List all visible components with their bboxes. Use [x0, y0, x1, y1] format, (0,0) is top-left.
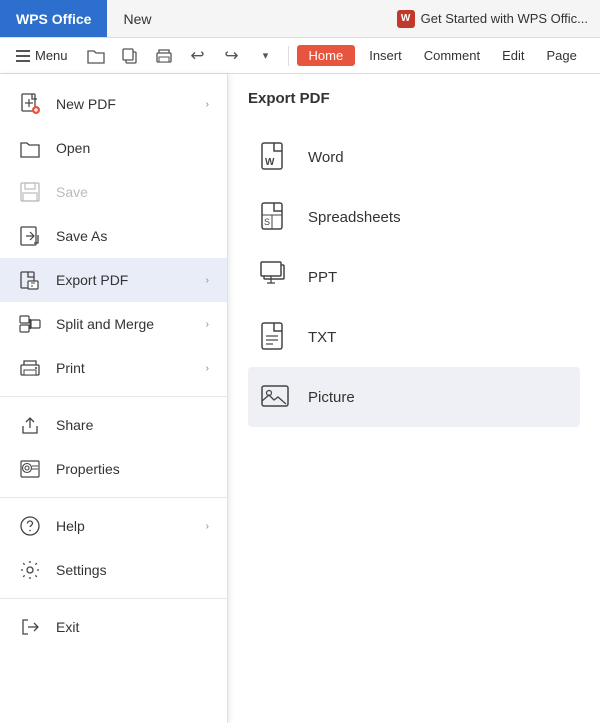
- submenu-item-picture[interactable]: Picture: [248, 367, 580, 427]
- get-started-tab[interactable]: W Get Started with WPS Offic...: [397, 10, 600, 28]
- split-merge-icon: [18, 312, 42, 336]
- export-pdf-icon: [18, 268, 42, 292]
- help-arrow: ›: [206, 521, 209, 532]
- spreadsheets-icon: S: [258, 199, 294, 235]
- export-pdf-label: Export PDF: [56, 272, 206, 288]
- comment-button[interactable]: Comment: [416, 45, 488, 66]
- submenu-item-word[interactable]: W Word: [248, 127, 580, 187]
- menu-label: Menu: [35, 48, 68, 63]
- menu-item-new-pdf[interactable]: New PDF ›: [0, 82, 227, 126]
- new-pdf-arrow: ›: [206, 99, 209, 110]
- exit-icon: [18, 615, 42, 639]
- menu-item-export-pdf[interactable]: Export PDF ›: [0, 258, 227, 302]
- share-label: Share: [56, 417, 209, 433]
- picture-label: Picture: [308, 389, 355, 406]
- save-icon: [18, 180, 42, 204]
- open-file-icon[interactable]: [82, 42, 110, 70]
- menu-divider-3: [0, 598, 227, 599]
- get-started-label: Get Started with WPS Offic...: [421, 11, 588, 26]
- home-label: Home: [309, 48, 344, 63]
- save-as-label: Save As: [56, 228, 209, 244]
- txt-label: TXT: [308, 329, 336, 346]
- submenu-item-txt[interactable]: TXT: [248, 307, 580, 367]
- wps-office-button[interactable]: WPS Office: [0, 0, 107, 37]
- new-pdf-icon: [18, 92, 42, 116]
- svg-text:W: W: [265, 157, 275, 168]
- menu-item-exit[interactable]: Exit: [0, 605, 227, 649]
- settings-icon: [18, 558, 42, 582]
- menu-item-settings[interactable]: Settings: [0, 548, 227, 592]
- dropdown-icon[interactable]: ▾: [252, 42, 280, 70]
- new-pdf-label: New PDF: [56, 96, 206, 112]
- split-merge-label: Split and Merge: [56, 316, 206, 332]
- wps-red-icon: W: [397, 10, 415, 28]
- page-button[interactable]: Page: [539, 45, 585, 66]
- save-label: Save: [56, 184, 209, 200]
- menu-item-properties[interactable]: Properties: [0, 447, 227, 491]
- hamburger-icon: [16, 50, 30, 62]
- menu-divider-2: [0, 497, 227, 498]
- title-bar: WPS Office New W Get Started with WPS Of…: [0, 0, 600, 38]
- menu-divider-1: [0, 396, 227, 397]
- home-button[interactable]: Home: [297, 45, 356, 66]
- ppt-icon: [258, 259, 294, 295]
- open-icon: [18, 136, 42, 160]
- word-label: Word: [308, 149, 344, 166]
- help-icon: [18, 514, 42, 538]
- properties-icon: [18, 457, 42, 481]
- share-icon: [18, 413, 42, 437]
- toolbar: Menu ↩ ↪ ▾ Home Insert Comment Edit Page: [0, 38, 600, 74]
- export-pdf-arrow: ›: [206, 275, 209, 286]
- copy-icon[interactable]: [116, 42, 144, 70]
- insert-button[interactable]: Insert: [361, 45, 410, 66]
- new-tab[interactable]: New: [107, 0, 167, 37]
- submenu-title: Export PDF: [248, 90, 580, 115]
- txt-icon: [258, 319, 294, 355]
- redo-icon[interactable]: ↪: [218, 42, 246, 70]
- undo-icon[interactable]: ↩: [184, 42, 212, 70]
- open-label: Open: [56, 140, 209, 156]
- print-menu-icon: [18, 356, 42, 380]
- left-menu: New PDF › Open Save: [0, 74, 228, 723]
- svg-text:S: S: [264, 217, 270, 227]
- spreadsheets-label: Spreadsheets: [308, 209, 401, 226]
- word-icon: W: [258, 139, 294, 175]
- menu-item-split-merge[interactable]: Split and Merge ›: [0, 302, 227, 346]
- help-label: Help: [56, 518, 206, 534]
- save-as-icon: [18, 224, 42, 248]
- menu-item-print[interactable]: Print ›: [0, 346, 227, 390]
- split-merge-arrow: ›: [206, 319, 209, 330]
- main-area: New PDF › Open Save: [0, 74, 600, 723]
- toolbar-separator: [288, 46, 289, 66]
- picture-icon: [258, 379, 294, 415]
- wps-office-label: WPS Office: [16, 11, 91, 27]
- menu-item-open[interactable]: Open: [0, 126, 227, 170]
- menu-item-help[interactable]: Help ›: [0, 504, 227, 548]
- print-arrow: ›: [206, 363, 209, 374]
- submenu-item-spreadsheets[interactable]: S Spreadsheets: [248, 187, 580, 247]
- settings-label: Settings: [56, 562, 209, 578]
- properties-label: Properties: [56, 461, 209, 477]
- new-tab-label: New: [123, 11, 151, 27]
- print-label: Print: [56, 360, 206, 376]
- menu-item-save-as[interactable]: Save As: [0, 214, 227, 258]
- export-pdf-submenu: Export PDF W Word S: [228, 74, 600, 723]
- menu-item-save: Save: [0, 170, 227, 214]
- edit-button[interactable]: Edit: [494, 45, 532, 66]
- print-icon[interactable]: [150, 42, 178, 70]
- ppt-label: PPT: [308, 269, 337, 286]
- menu-button[interactable]: Menu: [8, 44, 76, 67]
- submenu-item-ppt[interactable]: PPT: [248, 247, 580, 307]
- exit-label: Exit: [56, 619, 209, 635]
- menu-item-share[interactable]: Share: [0, 403, 227, 447]
